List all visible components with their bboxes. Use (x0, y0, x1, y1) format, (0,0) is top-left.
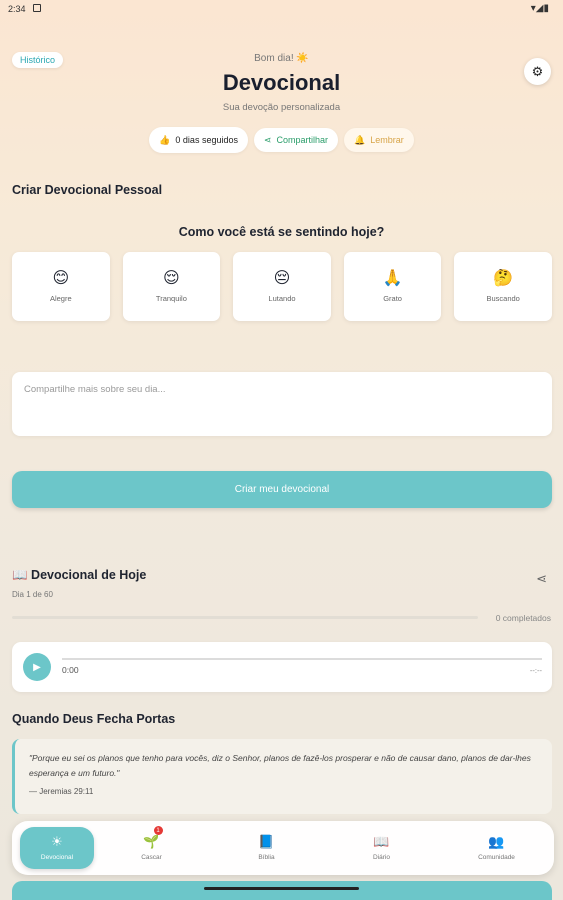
audio-player: ▶ 0:00 --:-- (12, 642, 552, 692)
greeting: Bom dia! ☀️ (254, 53, 309, 64)
share-icon[interactable]: ⋖ (536, 571, 547, 587)
nav-comunidade[interactable]: 👥 Comunidade (439, 821, 554, 875)
streak-pill: 👍 0 dias seguidos (149, 127, 248, 153)
mood-label: Alegre (49, 294, 72, 303)
system-icons: ▾◢▮ (530, 3, 549, 14)
mood-option-lutando[interactable]: 😔 Lutando (233, 252, 331, 321)
mood-options: 😊 Alegre 😌 Tranquilo 😔 Lutando 🙏 Grato 🤔… (12, 252, 552, 321)
people-icon: 👥 (488, 834, 505, 849)
nav-cascar[interactable]: 🌱 1 Cascar (94, 821, 209, 875)
audio-seek-bar[interactable] (62, 658, 542, 660)
mood-question: Como você está se sentindo hoje? (178, 225, 385, 239)
notification-badge: 1 (153, 826, 163, 835)
remind-button[interactable]: 🔔 Lembrar (344, 128, 414, 152)
create-section-title: Criar Devocional Pessoal (12, 183, 163, 197)
nav-label: Comunidade (478, 854, 515, 861)
completed-count: 0 completados (495, 613, 551, 623)
bible-icon: 📘 (258, 834, 275, 849)
bottom-action-bar[interactable] (12, 881, 552, 900)
mood-label: Lutando (268, 294, 296, 303)
verse-text: "Porque eu sei os planos que tenho para … (29, 753, 531, 778)
share-label: Compartilhar (276, 135, 329, 145)
page-subtitle: Sua devoção personalizada (222, 102, 341, 113)
mood-label: Buscando (486, 294, 520, 303)
notification-icon (33, 4, 41, 12)
devotional-title: Quando Deus Fecha Portas (12, 712, 176, 726)
thumbs-up-icon: 👍 (159, 134, 171, 145)
sun-icon: ☀ (51, 834, 63, 849)
pensive-face-icon: 😔 (273, 270, 291, 287)
smile-icon: 😊 (52, 270, 70, 287)
share-button[interactable]: ⋖ Compartilhar (253, 128, 339, 152)
verse-card: "Porque eu sei os planos que tenho para … (12, 739, 552, 814)
nav-devocional[interactable]: ☀ Devocional (20, 827, 94, 869)
page-title: Devocional (222, 70, 341, 95)
audio-current-time: 0:00 (62, 665, 79, 675)
mood-label: Tranquilo (155, 294, 187, 303)
verse-reference: — Jeremias 29:11 (29, 787, 94, 796)
gear-icon: ⚙ (531, 63, 544, 79)
remind-label: Lembrar (370, 135, 404, 145)
nav-label: Bíblia (258, 854, 275, 861)
mood-label: Grato (383, 294, 402, 303)
action-pills: 👍 0 dias seguidos ⋖ Compartilhar 🔔 Lembr… (0, 127, 563, 153)
thinking-face-icon: 🤔 (493, 270, 514, 287)
bottom-nav: ☀ Devocional 🌱 1 Cascar 📘 Bíblia 📖 Diári… (12, 821, 554, 875)
status-time: 2:34 (8, 4, 26, 14)
nav-label: Devocional (40, 854, 74, 861)
settings-button[interactable]: ⚙ (524, 58, 551, 85)
day-counter: Dia 1 de 60 (12, 590, 53, 599)
audio-duration: --:-- (529, 666, 542, 675)
nav-biblia[interactable]: 📘 Bíblia (209, 821, 324, 875)
nav-label: Cascar (141, 854, 162, 861)
mood-option-tranquilo[interactable]: 😌 Tranquilo (122, 252, 221, 321)
create-devotional-button[interactable]: Criar meu devocional (12, 471, 552, 508)
status-bar: 2:34 ▾◢▮ (0, 0, 563, 20)
relieved-face-icon: 😌 (163, 270, 180, 287)
praying-hands-icon: 🙏 (382, 270, 403, 287)
today-devotional-title: 📖 Devocional de Hoje (12, 568, 147, 582)
progress-bar (12, 616, 478, 619)
mood-option-grato[interactable]: 🙏 Grato (343, 252, 442, 321)
play-icon: ▶ (33, 661, 41, 673)
play-button[interactable]: ▶ (23, 653, 51, 681)
home-indicator (204, 887, 359, 890)
seedling-icon: 🌱 (143, 834, 160, 849)
open-book-icon: 📖 (373, 834, 390, 849)
share-icon: ⋖ (263, 134, 272, 145)
bell-icon: 🔔 (354, 134, 366, 145)
streak-label: 0 dias seguidos (175, 135, 238, 145)
mood-option-alegre[interactable]: 😊 Alegre (12, 252, 110, 321)
mood-option-buscando[interactable]: 🤔 Buscando (454, 252, 552, 321)
day-description-input[interactable] (12, 372, 552, 436)
nav-diario[interactable]: 📖 Diário (324, 821, 439, 875)
nav-label: Diário (373, 854, 390, 861)
